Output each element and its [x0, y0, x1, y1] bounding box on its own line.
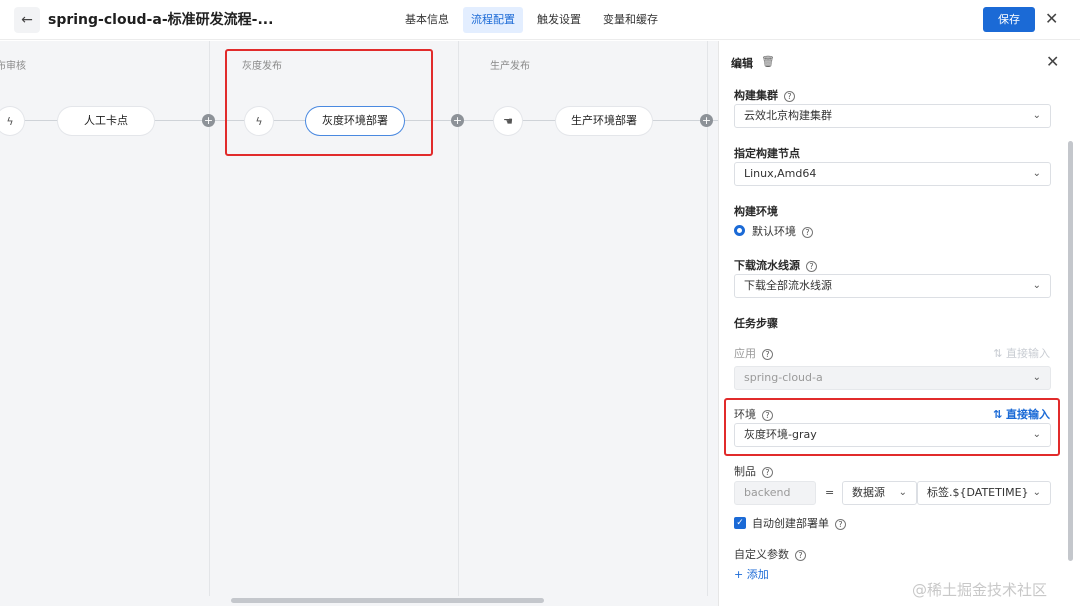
artifact-source-select[interactable]: 数据源 ⌄: [842, 481, 917, 505]
panel-title: 编辑: [731, 57, 753, 70]
chevron-down-icon: ⌄: [1032, 280, 1041, 291]
chevron-down-icon: ⌄: [1032, 372, 1041, 383]
help-icon[interactable]: ?: [806, 261, 817, 272]
watermark: @稀土掘金技术社区: [912, 581, 1048, 599]
pipeline-canvas: 布审核 灰度发布 生产发布 ϟ 人工卡点 + ϟ 灰度环境部署 + ☚ 生产环境…: [0, 41, 718, 606]
vertical-scrollbar[interactable]: [1068, 141, 1073, 561]
stage-title-review: 布审核: [0, 61, 26, 72]
default-env-radio[interactable]: [734, 225, 745, 236]
app-direct-input-toggle: ⇅ 直接输入: [993, 347, 1050, 360]
build-cluster-label: 构建集群?: [734, 87, 795, 103]
tab-trigger-settings[interactable]: 触发设置: [529, 7, 589, 33]
build-node-label: 指定构建节点: [734, 147, 800, 160]
plus-icon: +: [734, 568, 747, 581]
download-source-label: 下载流水线源?: [734, 257, 817, 273]
highlight-box: [724, 398, 1060, 456]
help-icon[interactable]: ?: [762, 349, 773, 360]
help-icon[interactable]: ?: [802, 227, 813, 238]
top-bar: ← spring-cloud-a-标准研发流程-... 基本信息 流程配置 触发…: [0, 0, 1080, 40]
tab-variables-cache[interactable]: 变量和缓存: [595, 7, 666, 33]
chevron-down-icon: ⌄: [1032, 487, 1041, 498]
artifact-tag-select[interactable]: 标签.${DATETIME} ⌄: [917, 481, 1051, 505]
auto-create-label: 自动创建部署单?: [752, 515, 846, 531]
bolt-icon[interactable]: ϟ: [0, 107, 24, 135]
pipeline-title: spring-cloud-a-标准研发流程-...: [48, 12, 274, 28]
tab-basic-info[interactable]: 基本信息: [397, 7, 457, 33]
app-label: 应用?: [734, 345, 773, 361]
default-env-label: 默认环境?: [752, 223, 813, 239]
help-icon[interactable]: ?: [795, 550, 806, 561]
custom-params-label: 自定义参数?: [734, 546, 806, 562]
equals-sign: =: [825, 486, 835, 499]
job-node-prod-deploy[interactable]: 生产环境部署: [556, 107, 652, 135]
close-icon[interactable]: ✕: [1045, 9, 1058, 28]
help-icon[interactable]: ?: [835, 519, 846, 530]
build-env-label: 构建环境: [734, 205, 778, 218]
tab-bar: 基本信息 流程配置 触发设置 变量和缓存: [397, 7, 666, 33]
edit-panel: 编辑 🗑 ✕ 构建集群? 云效北京构建集群 ⌄ 指定构建节点 Linux,Amd6…: [718, 41, 1080, 606]
highlight-box: [225, 49, 433, 156]
chevron-down-icon: ⌄: [898, 487, 907, 498]
download-source-select[interactable]: 下载全部流水线源 ⌄: [734, 274, 1051, 298]
hand-pointer-icon[interactable]: ☚: [494, 107, 522, 135]
task-steps-label: 任务步骤: [734, 317, 778, 330]
app-select: spring-cloud-a ⌄: [734, 366, 1051, 390]
artifact-name-input: backend: [734, 481, 816, 505]
arrow-left-icon: ←: [21, 12, 33, 28]
close-icon[interactable]: ✕: [1046, 52, 1059, 71]
add-stage-icon[interactable]: +: [202, 114, 215, 127]
auto-create-checkbox[interactable]: ✓: [734, 517, 746, 529]
add-stage-icon[interactable]: +: [700, 114, 713, 127]
tab-flow-config[interactable]: 流程配置: [463, 7, 523, 33]
trash-icon[interactable]: 🗑: [761, 55, 775, 68]
horizontal-scrollbar[interactable]: [231, 598, 544, 603]
add-stage-icon[interactable]: +: [451, 114, 464, 127]
chevron-down-icon: ⌄: [1032, 168, 1041, 179]
artifact-label: 制品?: [734, 463, 773, 479]
build-node-select[interactable]: Linux,Amd64 ⌄: [734, 162, 1051, 186]
stage-title-production: 生产发布: [490, 61, 530, 72]
help-icon[interactable]: ?: [784, 91, 795, 102]
job-node-manual-gate[interactable]: 人工卡点: [58, 107, 154, 135]
back-button[interactable]: ←: [14, 7, 40, 33]
add-param-button[interactable]: + 添加: [734, 566, 769, 582]
build-cluster-select[interactable]: 云效北京构建集群 ⌄: [734, 104, 1051, 128]
save-button[interactable]: 保存: [983, 7, 1035, 32]
help-icon[interactable]: ?: [762, 467, 773, 478]
chevron-down-icon: ⌄: [1032, 110, 1041, 121]
